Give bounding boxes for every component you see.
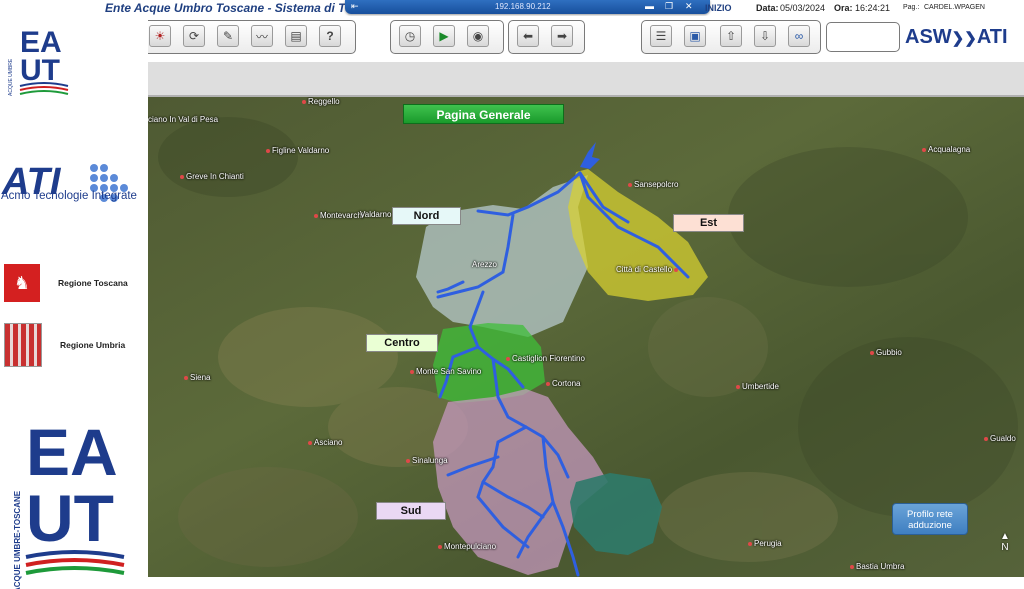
forward-button[interactable]: ➡: [551, 25, 573, 47]
document-icon: ▤: [290, 29, 302, 43]
eaut-logo-small: ACQUE UMBRE EA UT: [8, 26, 69, 96]
region-toscana: ♞ Regione Toscana: [4, 264, 128, 302]
refresh-icon: ⟳: [188, 29, 200, 43]
trend-button[interactable]: 〰: [251, 25, 273, 47]
town-label: Umbertide: [736, 382, 779, 391]
zone-sud-button[interactable]: Sud: [376, 502, 446, 520]
town-label: Reggello: [302, 97, 340, 106]
region-umbria: Regione Umbria: [4, 323, 125, 367]
logo-arrows-icon: ❯❯: [951, 30, 977, 47]
arrow-down-icon: ⇩: [759, 29, 771, 43]
town-label: Figline Valdarno: [266, 146, 329, 155]
arrow-left-icon: ⬅: [522, 29, 534, 43]
ati-logo: ATI Acmo Tecnologie Integrate: [0, 156, 145, 224]
town-label: Acqualagna: [922, 145, 970, 154]
date-value: 05/03/2024: [780, 3, 826, 13]
list-icon: ☰: [655, 29, 667, 43]
current-page-name: INIZIO: [705, 3, 732, 13]
asw-ati-logo: ASW❯❯ATI: [905, 26, 1008, 48]
toolbar-group-tools: ☰ ▣ ⇧ ⇩ ∞: [641, 20, 821, 54]
town-label: Sansepolcro: [628, 180, 678, 189]
svg-text:UT: UT: [26, 481, 114, 555]
town-label: Cortona: [546, 379, 580, 388]
town-label: Gubbio: [870, 348, 902, 357]
time-value: 16:24:21: [855, 3, 891, 13]
minimize-icon[interactable]: ▬: [645, 1, 654, 11]
date-label: Data:: [756, 3, 779, 13]
zone-nord-button[interactable]: Nord: [392, 207, 461, 225]
north-arrow: ▲ N: [1000, 531, 1010, 553]
town-label: Valdarno: [360, 210, 392, 219]
alarm-button[interactable]: ☀: [149, 25, 171, 47]
run-button[interactable]: ▶: [433, 25, 455, 47]
town-label: Montepulciano: [438, 542, 496, 551]
town-label: Asciano: [308, 438, 342, 447]
arrow-up-icon: ⇧: [725, 29, 737, 43]
town-label: Città di Castello: [616, 265, 680, 274]
clock-icon: ◷: [404, 29, 416, 43]
town-label: Gualdo: [984, 434, 1016, 443]
town-label: Sinalunga: [406, 456, 448, 465]
town-label: Castiglion Fiorentino: [506, 354, 585, 363]
title-bar: Ente Acque Umbro Toscane - Sistema di Te…: [0, 0, 1024, 16]
close-icon[interactable]: ✕: [685, 1, 693, 12]
toolbar-group-time: ◷ ▶ ◉: [390, 20, 504, 54]
network-profile-button[interactable]: Profilo rete adduzione: [892, 503, 968, 535]
remote-session-bar[interactable]: ⇤ 192.168.90.212 ▬ ❐ ✕: [345, 0, 710, 14]
tab-band: [84, 62, 1024, 96]
svg-text:ACQUE UMBRE-TOSCANE: ACQUE UMBRE-TOSCANE: [13, 490, 22, 589]
town-label: Greve In Chianti: [180, 172, 244, 181]
upload-button[interactable]: ⇧: [720, 25, 742, 47]
page-code: CARDEL.WPAGEN: [924, 4, 985, 11]
link-icon: ∞: [794, 29, 804, 43]
town-label: Bastia Umbra: [850, 562, 904, 571]
report-button[interactable]: ▤: [285, 25, 307, 47]
zone-centro-button[interactable]: Centro: [366, 334, 438, 352]
pencil-icon: ✎: [222, 29, 234, 43]
download-button[interactable]: ⇩: [754, 25, 776, 47]
svg-text:ACQUE UMBRE: ACQUE UMBRE: [8, 58, 14, 96]
umbria-flag-icon: [4, 323, 42, 367]
town-label: Arezzo: [472, 260, 497, 269]
refresh-button[interactable]: ⟳: [183, 25, 205, 47]
back-button[interactable]: ⬅: [517, 25, 539, 47]
page-title-button[interactable]: Pagina Generale: [403, 104, 564, 124]
edit-button[interactable]: ✎: [217, 25, 239, 47]
save-button[interactable]: ▣: [684, 25, 706, 47]
toolbar: ⎙ ☀ ⟳ ✎ 〰 ▤ ? ◷ ▶ ◉ ⬅ ➡ ☰ ▣ ⇧ ⇩ ∞ ASW❯❯A…: [0, 16, 1024, 62]
play-icon: ▶: [439, 29, 449, 43]
restore-icon[interactable]: ❐: [665, 1, 673, 12]
help-button[interactable]: ?: [319, 25, 341, 47]
list-button[interactable]: ☰: [650, 25, 672, 47]
connect-button[interactable]: ∞: [788, 25, 810, 47]
eye-icon: ◉: [472, 29, 484, 43]
town-label: ciano In Val di Pesa: [148, 115, 219, 124]
zone-est-button[interactable]: Est: [673, 214, 744, 232]
map-view[interactable]: Reggello Figline Valdarno Greve In Chian…: [148, 97, 1024, 577]
arrow-right-icon: ➡: [556, 29, 568, 43]
remote-ip: 192.168.90.212: [495, 2, 551, 11]
save-icon: ▣: [689, 29, 701, 43]
svg-text:UT: UT: [20, 54, 60, 87]
toolbar-group-nav: ⬅ ➡: [508, 20, 585, 54]
zoom-button[interactable]: ◉: [467, 25, 489, 47]
town-label: Siena: [184, 373, 210, 382]
clock-button[interactable]: ◷: [399, 25, 421, 47]
pin-icon[interactable]: ⇤: [351, 1, 359, 12]
chart-icon: 〰: [255, 29, 268, 44]
question-icon: ?: [326, 29, 334, 43]
eaut-logo-large: ACQUE UMBRE-TOSCANE EA UT: [13, 415, 125, 589]
ati-tagline: Acmo Tecnologie Integrate: [1, 190, 137, 202]
sidebar: ACQUE UMBRE EA UT ATI Acmo Tecnologie In…: [0, 16, 148, 589]
time-label: Ora:: [834, 3, 853, 13]
lamp-icon: ☀: [154, 29, 166, 43]
blank-field[interactable]: [826, 22, 900, 52]
page-label: Pag.:: [903, 4, 920, 11]
svg-text:EA: EA: [26, 415, 118, 489]
town-label: Monte San Savino: [410, 367, 481, 376]
town-label: Montevarchi: [314, 211, 364, 220]
north-arrow-icon: ▲: [1000, 531, 1010, 542]
town-label: Perugia: [748, 539, 782, 548]
toscana-flag-icon: ♞: [4, 264, 40, 302]
